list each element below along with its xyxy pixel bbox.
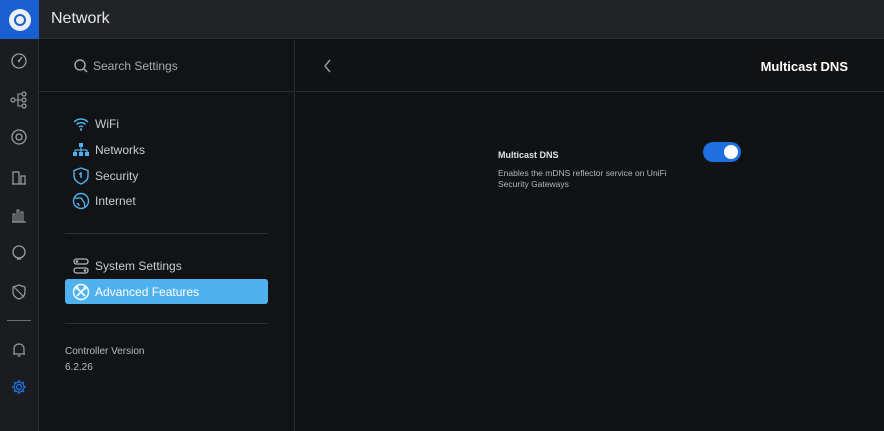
unifi-logo-icon bbox=[8, 8, 31, 31]
nav-item-internet[interactable]: Internet bbox=[65, 188, 268, 213]
nav-item-label: Internet bbox=[95, 193, 136, 208]
settings-gear-icon[interactable] bbox=[8, 376, 30, 398]
devices-icon[interactable] bbox=[8, 126, 30, 148]
search-row bbox=[39, 40, 295, 92]
nav-item-label: System Settings bbox=[95, 258, 182, 273]
insights-icon[interactable] bbox=[8, 204, 30, 226]
nav-item-networks[interactable]: Networks bbox=[65, 137, 268, 162]
nav-item-label: Networks bbox=[95, 142, 146, 157]
nav-item-label: Security bbox=[95, 168, 139, 183]
wifi-icon bbox=[71, 114, 91, 134]
alerts-shield-icon[interactable] bbox=[8, 281, 30, 303]
top-bar: Network bbox=[0, 0, 884, 39]
internet-globe-icon bbox=[71, 191, 91, 211]
advanced-features-icon bbox=[71, 282, 91, 302]
app-title: Network bbox=[51, 10, 110, 27]
statistics-icon[interactable] bbox=[8, 166, 30, 188]
back-button[interactable] bbox=[320, 56, 336, 76]
nav-item-security[interactable]: Security bbox=[65, 163, 268, 188]
app-window: Network Search Settings WiFi Networks Se… bbox=[0, 0, 884, 431]
controller-version-label: Controller Version bbox=[65, 346, 145, 357]
nav-item-wifi[interactable]: WiFi bbox=[65, 111, 268, 136]
nav-divider bbox=[65, 323, 268, 324]
nav-item-system-settings[interactable]: System Settings bbox=[65, 253, 268, 278]
search-input[interactable] bbox=[93, 57, 273, 75]
events-icon[interactable] bbox=[8, 242, 30, 264]
main-header: Multicast DNS bbox=[296, 40, 884, 92]
nav-item-label: WiFi bbox=[95, 116, 119, 131]
setting-title: Multicast DNS bbox=[498, 150, 559, 160]
toggle-knob bbox=[724, 145, 738, 159]
setting-description: Enables the mDNS reflector service on Un… bbox=[498, 168, 667, 189]
nav-item-label: Advanced Features bbox=[95, 284, 200, 299]
page-title: Multicast DNS bbox=[760, 59, 848, 74]
multicast-dns-toggle[interactable] bbox=[703, 142, 741, 162]
topology-icon[interactable] bbox=[8, 89, 30, 111]
networks-icon bbox=[71, 140, 91, 160]
unifi-logo-button[interactable] bbox=[0, 0, 39, 39]
settings-nav: WiFi Networks Security Internet Syste bbox=[39, 40, 295, 431]
rail-separator bbox=[7, 320, 31, 321]
security-shield-icon bbox=[71, 166, 91, 186]
nav-divider bbox=[65, 233, 268, 234]
controller-version-value: 6.2.26 bbox=[65, 362, 93, 373]
chevron-left-icon bbox=[324, 59, 331, 73]
main-panel: Multicast DNS Multicast DNS Enables the … bbox=[296, 40, 884, 431]
dashboard-icon[interactable] bbox=[8, 50, 30, 72]
system-settings-icon bbox=[71, 256, 91, 276]
icon-rail bbox=[0, 39, 39, 431]
notifications-bell-icon[interactable] bbox=[8, 339, 30, 361]
search-icon bbox=[74, 59, 88, 73]
nav-item-advanced-features[interactable]: Advanced Features bbox=[65, 279, 268, 304]
